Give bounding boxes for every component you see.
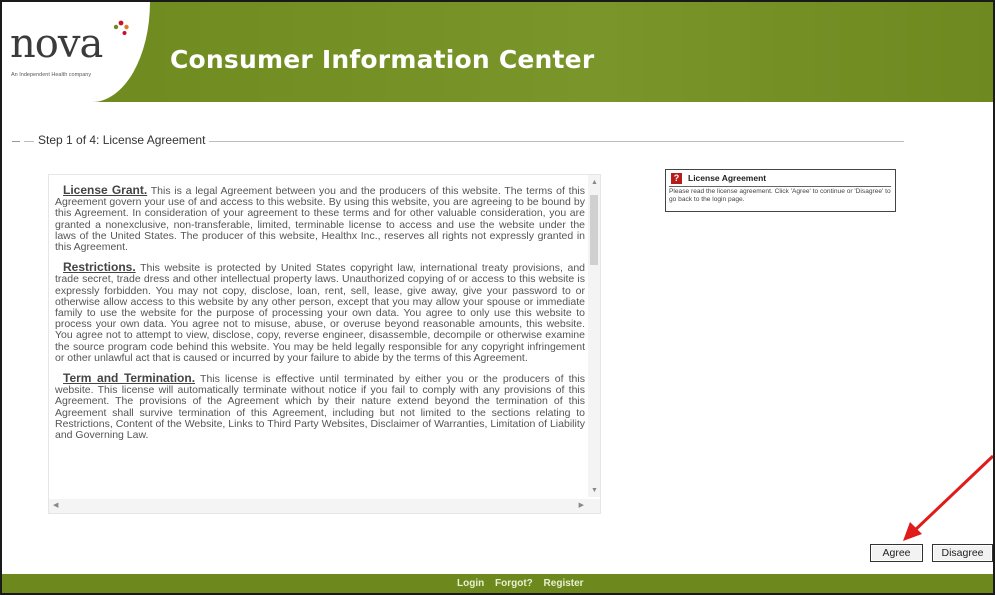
browser-frame: nova An Independent Health company Consu… [0,0,995,595]
help-title: License Agreement [688,173,767,183]
scroll-up-icon[interactable]: ▲ [591,179,598,186]
scroll-thumb[interactable] [590,195,598,265]
logo: nova An Independent Health company [2,2,150,102]
license-section: Restrictions. This website is protected … [55,260,585,364]
red-arrow-icon [903,454,993,541]
section-title: License Grant. [63,183,148,197]
license-section: Term and Termination. This license is ef… [55,371,585,441]
scroll-right-icon[interactable]: ▶ [579,501,584,509]
legend-dash [12,141,20,142]
section-title: Restrictions. [63,260,136,275]
scroll-left-icon[interactable]: ◀ [53,501,58,509]
help-panel: ? License Agreement Please read the lice… [665,169,896,212]
site-footer: Login Forgot? Register [2,574,993,593]
help-question-icon: ? [671,173,682,184]
logo-subtitle: An Independent Health company [11,72,92,78]
footer-links: Login Forgot? Register [457,578,592,589]
vertical-scrollbar[interactable]: ▲ ▼ [588,175,600,497]
section-body: This website is protected by United Stat… [55,262,585,364]
license-content: License Grant. This is a legal Agreement… [55,183,585,450]
logo-dots-icon [113,20,129,35]
help-divider [669,186,891,187]
agree-button[interactable]: Agree [870,544,923,562]
disagree-button[interactable]: Disagree [932,544,993,562]
logo-text: nova [10,21,103,67]
step-legend: Step 1 of 4: License Agreement [34,133,210,147]
site-header: nova An Independent Health company Consu… [2,2,993,102]
horizontal-scrollbar[interactable]: ◀ ▶ [49,499,600,513]
license-text-box[interactable]: License Grant. This is a legal Agreement… [48,174,601,514]
page-title: Consumer Information Center [170,45,595,74]
section-title: Term and Termination. [63,371,196,386]
footer-link-forgot[interactable]: Forgot? [495,578,533,589]
scroll-down-icon[interactable]: ▼ [591,487,598,494]
footer-link-register[interactable]: Register [544,578,584,589]
help-text: Please read the license agreement. Click… [669,188,891,203]
footer-link-login[interactable]: Login [457,578,484,589]
license-section: License Grant. This is a legal Agreement… [55,183,585,253]
